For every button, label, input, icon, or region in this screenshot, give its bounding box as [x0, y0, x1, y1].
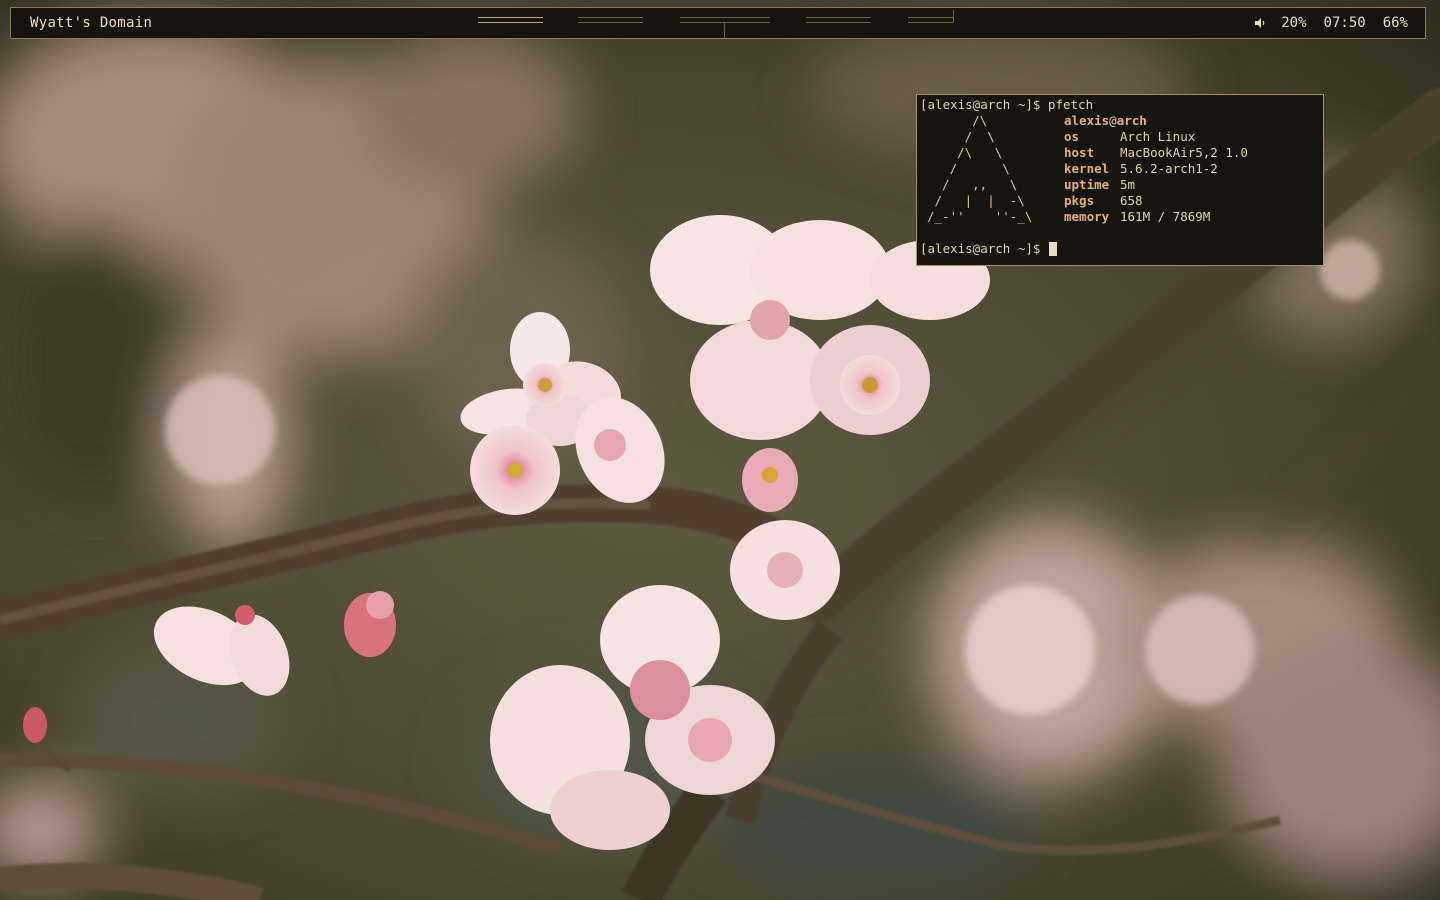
workspace-5-marker	[953, 10, 954, 22]
workspace-3-marker	[724, 23, 725, 38]
info-value: MacBookAir5,2 1.0	[1120, 145, 1248, 160]
at-sign: @	[1109, 113, 1117, 128]
info-row-kernel: kernel 5.6.2-arch1-2	[1064, 161, 1248, 177]
info-row-host: host MacBookAir5,2 1.0	[1064, 145, 1248, 161]
text-cursor	[1048, 242, 1057, 256]
battery-level: 66%	[1382, 15, 1408, 31]
window-manager-title: Wyatt's Domain	[30, 15, 153, 31]
user-host-line: alexis@arch	[1064, 113, 1248, 129]
speaker-icon[interactable]	[1253, 16, 1267, 30]
status-bar: Wyatt's Domain 20% 07:50 66%	[10, 7, 1426, 39]
info-row-os: os Arch Linux	[1064, 129, 1248, 145]
prompt: [alexis@arch ~]$	[920, 241, 1048, 256]
workspace-4-tab[interactable]	[806, 17, 871, 23]
info-value: 161M / 7869M	[1120, 209, 1211, 224]
system-info: alexis@arch os Arch Linux host MacBookAir5…	[1064, 113, 1248, 225]
info-row-memory: memory 161M / 7869M	[1064, 209, 1248, 225]
command-line: [alexis@arch ~]$ pfetch	[920, 97, 1094, 112]
info-key: host	[1064, 145, 1095, 160]
workspace-1-tab[interactable]	[478, 17, 543, 23]
info-key: uptime	[1064, 177, 1110, 192]
arch-logo-ascii: /\ / \ /\ \ / \ / ,, \ / | | -\ /_-'' ''…	[927, 113, 1033, 224]
workspace-5-tab[interactable]	[908, 10, 954, 23]
info-row-uptime: uptime 5m	[1064, 177, 1248, 193]
info-key: os	[1064, 129, 1080, 144]
info-key: kernel	[1064, 161, 1110, 176]
workspace-indicator	[478, 8, 958, 38]
workspace-2-tab[interactable]	[578, 17, 643, 23]
info-row-pkgs: pkgs 658	[1064, 193, 1248, 209]
info-value: Arch Linux	[1120, 129, 1196, 144]
hostname: arch	[1116, 113, 1147, 128]
volume-level[interactable]: 20%	[1281, 15, 1306, 31]
info-key: pkgs	[1064, 193, 1095, 208]
username: alexis	[1064, 113, 1110, 128]
info-value: 658	[1120, 193, 1143, 208]
status-indicators: 20% 07:50 66%	[1253, 15, 1408, 31]
workspace-3-tab[interactable]	[680, 17, 770, 38]
info-key: memory	[1064, 209, 1110, 224]
prompt-line[interactable]: [alexis@arch ~]$	[920, 241, 1057, 257]
terminal-window[interactable]: [alexis@arch ~]$ pfetch /\ / \ /\ \ / \ …	[916, 94, 1324, 266]
info-value: 5m	[1120, 177, 1136, 192]
info-value: 5.6.2-arch1-2	[1120, 161, 1218, 176]
clock: 07:50	[1323, 15, 1366, 31]
